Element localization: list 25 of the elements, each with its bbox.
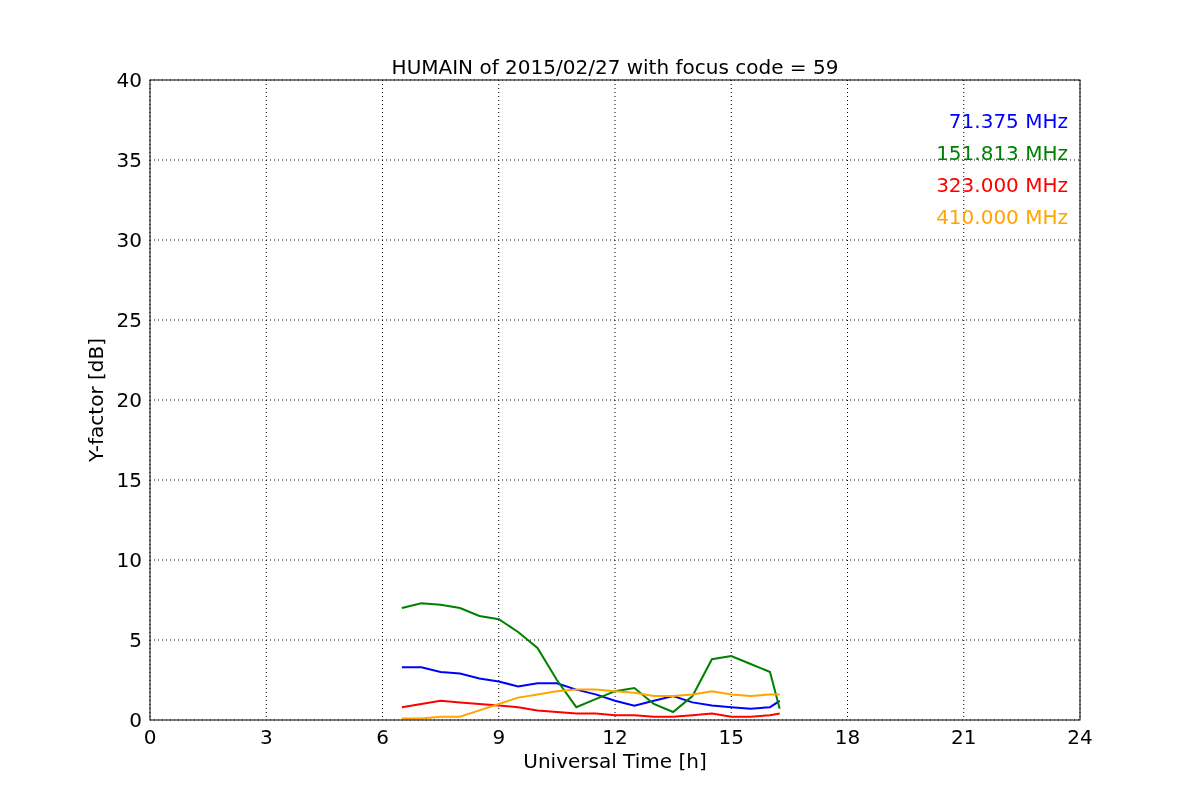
x-axis-label: Universal Time [h] <box>523 749 707 773</box>
tick-label: 40 <box>116 68 142 92</box>
tick-label: 18 <box>834 725 861 749</box>
legend-label: 151.813 MHz <box>936 141 1068 165</box>
tick-label: 6 <box>376 725 389 749</box>
tick-label: 21 <box>951 725 977 749</box>
tick-label: 5 <box>129 628 142 652</box>
tick-label: 25 <box>116 308 142 332</box>
tick-label: 24 <box>1067 725 1093 749</box>
tick-label: 10 <box>116 548 142 572</box>
y-axis-label: Y-factor [dB] <box>84 338 108 462</box>
legend-label: 323.000 MHz <box>936 173 1068 197</box>
tick-label: 20 <box>116 388 142 412</box>
chart-title: HUMAIN of 2015/02/27 with focus code = 59 <box>391 55 839 79</box>
tick-label: 35 <box>116 148 142 172</box>
tick-label: 15 <box>718 725 744 749</box>
legend-label: 71.375 MHz <box>948 109 1068 133</box>
tick-label: 3 <box>259 725 273 749</box>
tick-label: 30 <box>116 228 142 252</box>
tick-label: 0 <box>129 708 142 732</box>
tick-label: 9 <box>492 725 506 749</box>
tick-label: 15 <box>116 468 142 492</box>
legend-label: 410.000 MHz <box>936 205 1068 229</box>
tick-label: 12 <box>602 725 628 749</box>
tick-label: 0 <box>143 725 157 749</box>
